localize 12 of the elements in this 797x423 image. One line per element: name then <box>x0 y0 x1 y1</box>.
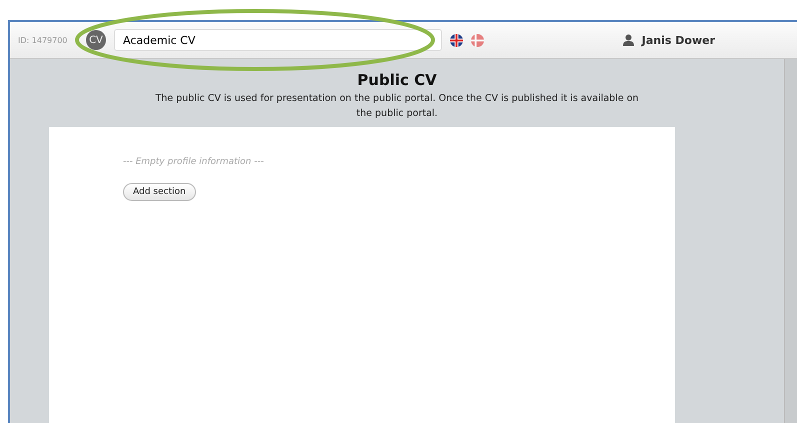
cv-name-field[interactable]: Academic CV <box>114 29 442 51</box>
empty-profile-note: --- Empty profile information --- <box>123 157 264 167</box>
add-section-button[interactable]: Add section <box>123 183 196 201</box>
page-description: The public CV is used for presentation on the public portal. Once the CV is published it is available on the public portal. <box>154 92 640 121</box>
user-name[interactable]: Janis Dower <box>642 34 715 46</box>
denmark-flag-icon[interactable] <box>471 34 484 46</box>
cv-logo: CV <box>86 30 106 50</box>
page-title: Public CV <box>357 71 437 89</box>
scrollbar[interactable] <box>784 59 797 423</box>
uk-flag-icon[interactable] <box>450 34 463 46</box>
user-icon <box>622 34 634 46</box>
id-label: ID: 1479700 <box>18 36 68 44</box>
